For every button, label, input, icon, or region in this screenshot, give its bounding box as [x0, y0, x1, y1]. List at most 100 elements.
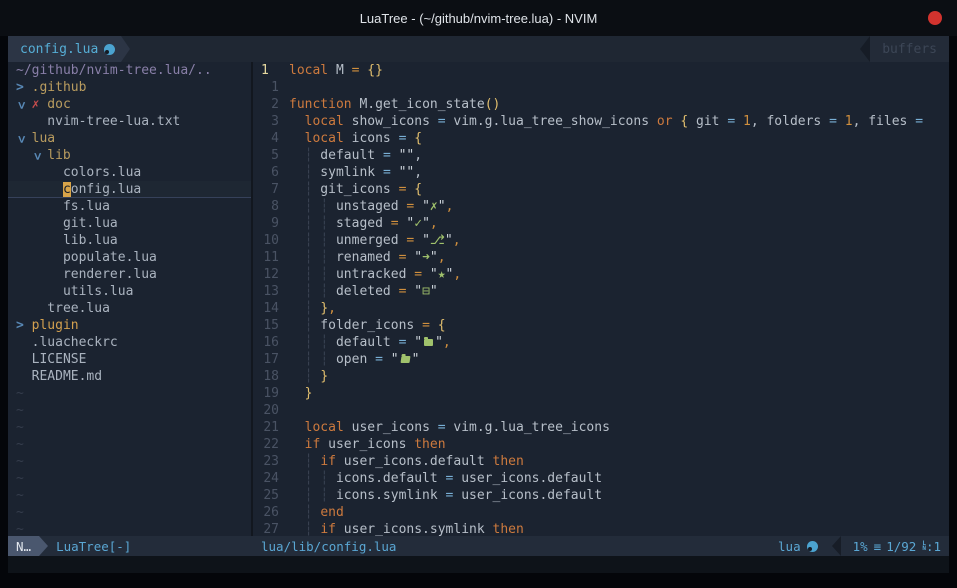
tree-item-label: doc [47, 97, 70, 112]
file-tree[interactable]: ~/github/nvim-tree.lua/..> .github> ✗ do… [8, 62, 251, 536]
code-line[interactable]: 19 } [255, 385, 949, 402]
code-text: ┆ ┆ untracked = "★", [289, 266, 461, 283]
empty-line-tilde: ~ [8, 402, 251, 419]
tree-row[interactable]: utils.lua [8, 283, 251, 300]
tree-row[interactable]: LICENSE [8, 351, 251, 368]
tree-row[interactable]: README.md [8, 368, 251, 385]
code-line[interactable]: 23 ┆ if user_icons.default then [255, 453, 949, 470]
line-number: 23 [255, 453, 289, 470]
tab-arrow-separator [121, 36, 130, 62]
chevron-down-icon[interactable]: > [12, 101, 29, 109]
code-text: ┆ symlink = "", [289, 164, 422, 181]
line-number: 4 [255, 130, 289, 147]
code-line[interactable]: 18 ┆ } [255, 368, 949, 385]
code-line[interactable]: 3 local show_icons = vim.g.lua_tree_show… [255, 113, 949, 130]
tree-item-label: .github [32, 80, 87, 95]
code-line[interactable]: 15 ┆ folder_icons = { [255, 317, 949, 334]
tree-row[interactable]: renderer.lua [8, 266, 251, 283]
code-text: ┆ ┆ deleted = "⊟" [289, 283, 438, 300]
folder-open-icon [400, 356, 410, 363]
statusline-tree-title: LuaTree[-] [48, 539, 131, 554]
code-line[interactable]: 21 local user_icons = vim.g.lua_tree_ico… [255, 419, 949, 436]
tree-item-label: populate.lua [63, 250, 157, 265]
code-line[interactable]: 14 ┆ }, [255, 300, 949, 317]
command-line[interactable] [8, 556, 949, 573]
mode-arrow-icon [39, 536, 48, 556]
mode-indicator: N… [8, 536, 39, 556]
tree-item-label: README.md [32, 369, 102, 384]
tree-row[interactable]: > lib [8, 147, 251, 164]
code-line[interactable]: 11 ┆ ┆ renamed = "➜", [255, 249, 949, 266]
code-line[interactable]: 16 ┆ ┆ default = "", [255, 334, 949, 351]
tree-item-label: lib [47, 148, 70, 163]
chevron-down-icon[interactable]: > [12, 135, 29, 143]
code-text: local user_icons = vim.g.lua_tree_icons [289, 419, 610, 436]
tree-row[interactable]: > plugin [8, 317, 251, 334]
tree-row[interactable]: git.lua [8, 215, 251, 232]
git-unstaged-icon: ✗ [32, 97, 40, 112]
tree-row[interactable]: fs.lua [8, 198, 251, 215]
tree-row[interactable]: nvim-tree-lua.txt [8, 113, 251, 130]
filetype-label: lua [778, 539, 801, 554]
code-text: ┆ ┆ renamed = "➜", [289, 249, 446, 266]
code-text: ┆ git_icons = { [289, 181, 422, 198]
editor[interactable]: 1local M = {}12function M.get_icon_state… [253, 62, 949, 536]
code-line[interactable]: 7 ┆ git_icons = { [255, 181, 949, 198]
tree-row[interactable]: config.lua [8, 181, 251, 198]
chevron-right-icon[interactable]: > [16, 79, 24, 96]
code-line[interactable]: 27 ┆ if user_icons.symlink then [255, 521, 949, 536]
tree-item-label: colors.lua [63, 165, 141, 180]
code-line[interactable]: 10 ┆ ┆ unmerged = "⎇", [255, 232, 949, 249]
code-text: } [289, 385, 312, 402]
tree-row[interactable]: populate.lua [8, 249, 251, 266]
code-line[interactable]: 20 [255, 402, 949, 419]
lines-icon: ≡ [874, 539, 881, 554]
empty-line-tilde: ~ [8, 385, 251, 402]
code-line[interactable]: 4 local icons = { [255, 130, 949, 147]
line-number: 9 [255, 215, 289, 232]
code-line[interactable]: 1local M = {} [255, 62, 949, 79]
tree-item-label: lua [32, 131, 55, 146]
tab-config-lua[interactable]: config.lua [8, 36, 121, 62]
tree-row[interactable]: tree.lua [8, 300, 251, 317]
tree-item-label: utils.lua [63, 284, 133, 299]
tree-row[interactable]: colors.lua [8, 164, 251, 181]
code-line[interactable]: 2function M.get_icon_state() [255, 96, 949, 113]
code-line[interactable]: 8 ┆ ┆ unstaged = "✗", [255, 198, 949, 215]
code-text: ┆ } [289, 368, 328, 385]
code-line[interactable]: 13 ┆ ┆ deleted = "⊟" [255, 283, 949, 300]
code-text: ┆ ┆ open = "" [289, 351, 419, 368]
empty-line-tilde: ~ [8, 436, 251, 453]
code-text: ┆ if user_icons.default then [289, 453, 524, 470]
tree-row[interactable]: > lua [8, 130, 251, 147]
buffers-button[interactable]: buffers [870, 36, 949, 62]
code-line[interactable]: 5 ┆ default = "", [255, 147, 949, 164]
lua-moon-icon [104, 44, 115, 55]
tree-row[interactable]: ~/github/nvim-tree.lua/.. [8, 62, 251, 79]
line-number: 8 [255, 198, 289, 215]
chevron-right-icon[interactable]: > [16, 317, 24, 334]
code-line[interactable]: 12 ┆ ┆ untracked = "★", [255, 266, 949, 283]
tree-row[interactable]: > ✗ doc [8, 96, 251, 113]
code-line[interactable]: 9 ┆ ┆ staged = "✓", [255, 215, 949, 232]
code-line[interactable]: 25 ┆ ┆ icons.symlink = user_icons.defaul… [255, 487, 949, 504]
tree-row[interactable]: lib.lua [8, 232, 251, 249]
code-line[interactable]: 17 ┆ ┆ open = "" [255, 351, 949, 368]
statusline: N… LuaTree[-] lua/lib/config.lua lua 1% … [8, 536, 949, 556]
code-text: function M.get_icon_state() [289, 96, 500, 113]
tree-item-label: nvim-tree-lua.txt [47, 114, 180, 129]
code-line[interactable]: 22 if user_icons then [255, 436, 949, 453]
empty-line-tilde: ~ [8, 419, 251, 436]
tree-row[interactable]: > .github [8, 79, 251, 96]
code-line[interactable]: 6 ┆ symlink = "", [255, 164, 949, 181]
empty-line-tilde: ~ [8, 504, 251, 521]
tree-row[interactable]: .luacheckrc [8, 334, 251, 351]
code-line[interactable]: 1 [255, 79, 949, 96]
code-line[interactable]: 24 ┆ ┆ icons.default = user_icons.defaul… [255, 470, 949, 487]
close-button[interactable] [928, 11, 942, 25]
line-number: 7 [255, 181, 289, 198]
chevron-down-icon[interactable]: > [28, 152, 45, 160]
code-line[interactable]: 26 ┆ end [255, 504, 949, 521]
tree-item-label: plugin [32, 318, 79, 333]
code-text: ┆ ┆ icons.default = user_icons.default [289, 470, 602, 487]
